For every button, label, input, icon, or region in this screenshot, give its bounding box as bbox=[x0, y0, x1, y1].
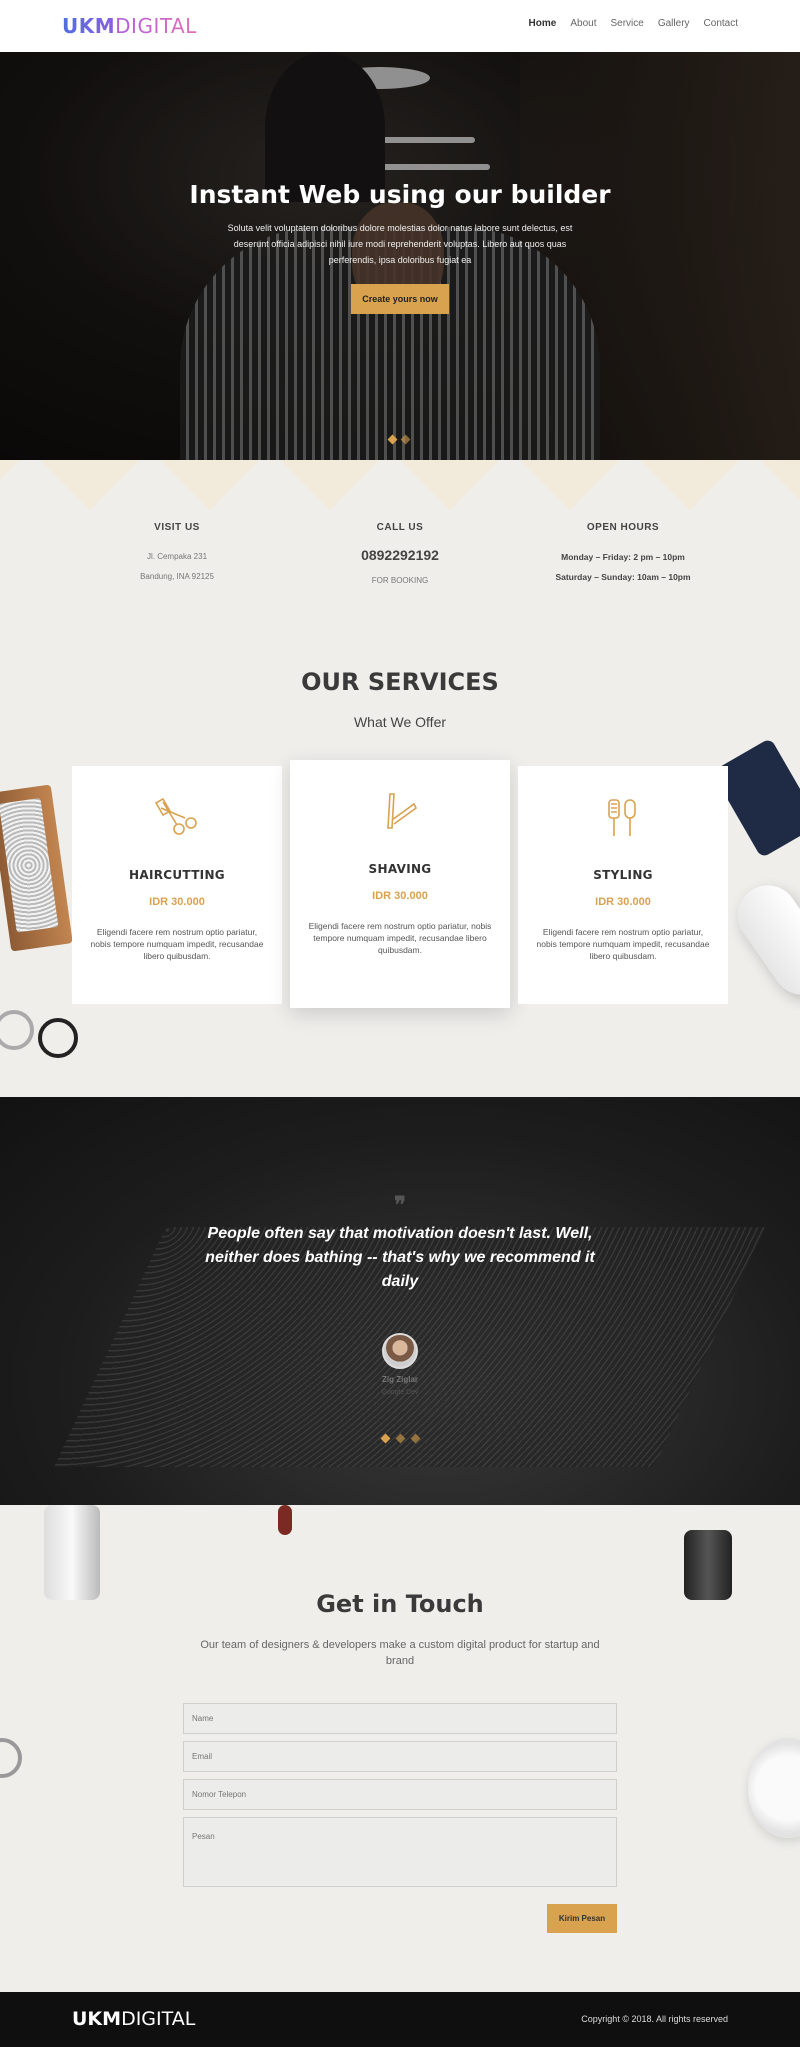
nav-gallery[interactable]: Gallery bbox=[658, 18, 690, 29]
visit-address-line1: Jl. Cempaka 231 bbox=[146, 552, 208, 561]
service-card-styling[interactable]: STYLING IDR 30.000 Eligendi facere rem n… bbox=[518, 766, 728, 1004]
razor-icon bbox=[387, 793, 418, 829]
testimonial-role: Google Dev bbox=[381, 1389, 419, 1396]
scissors-decoration bbox=[0, 1010, 34, 1050]
testimonial-slider-dots bbox=[380, 1433, 421, 1444]
service-card-haircutting[interactable]: HAIRCUTTING IDR 30.000 Eligendi facere r… bbox=[72, 766, 282, 1004]
send-message-button[interactable]: Kirim Pesan bbox=[547, 1904, 617, 1933]
bottle-decoration bbox=[726, 873, 800, 1007]
scissors-decoration bbox=[0, 1738, 22, 1778]
create-yours-button[interactable]: Create yours now bbox=[351, 284, 449, 314]
info-section: VISIT US Jl. Cempaka 231 Bandung, INA 92… bbox=[0, 460, 800, 630]
main-menu: Home About Service Gallery Contact bbox=[529, 18, 738, 29]
cotton-pad-decoration bbox=[748, 1738, 800, 1838]
phone-number[interactable]: 0892292192 bbox=[300, 547, 500, 563]
services-subtitle: What We Offer bbox=[353, 714, 447, 730]
brush-decoration bbox=[0, 784, 73, 952]
nav-contact[interactable]: Contact bbox=[704, 18, 738, 29]
avatar bbox=[382, 1333, 418, 1369]
name-field[interactable] bbox=[183, 1703, 617, 1734]
slider-dot[interactable] bbox=[410, 1433, 421, 1444]
call-us-block: CALL US 0892292192 FOR BOOKING bbox=[300, 522, 500, 591]
hero-section: Instant Web using our builder Soluta vel… bbox=[0, 52, 800, 460]
services-title: OUR SERVICES bbox=[301, 668, 499, 696]
service-description: Eligendi facere rem nostrum optio pariat… bbox=[536, 927, 710, 961]
brush-comb-icon bbox=[608, 799, 636, 836]
clipper-decoration bbox=[44, 1505, 100, 1600]
service-card-shaving[interactable]: SHAVING IDR 30.000 Eligendi facere rem n… bbox=[290, 760, 510, 1008]
open-hours-title: OPEN HOURS bbox=[586, 522, 660, 533]
hours-weekday: Monday – Friday: 2 pm – 10pm bbox=[561, 552, 685, 562]
nav-home[interactable]: Home bbox=[529, 18, 557, 29]
slider-dot-active[interactable] bbox=[380, 1433, 391, 1444]
service-price: IDR 30.000 bbox=[149, 896, 205, 908]
open-hours-block: OPEN HOURS Monday – Friday: 2 pm – 10pm … bbox=[523, 522, 723, 587]
visit-us-block: VISIT US Jl. Cempaka 231 Bandung, INA 92… bbox=[77, 522, 277, 587]
hours-weekend: Saturday – Sunday: 10am – 10pm bbox=[555, 572, 691, 582]
phone-field[interactable] bbox=[183, 1779, 617, 1810]
contact-title: Get in Touch bbox=[316, 1590, 484, 1618]
booking-note: FOR BOOKING bbox=[371, 576, 429, 585]
slider-dot[interactable] bbox=[400, 434, 411, 445]
footer-logo-bold: UKM bbox=[72, 2008, 122, 2030]
contact-subtitle: Our team of designers & developers make … bbox=[200, 1639, 600, 1667]
service-name: STYLING bbox=[593, 868, 653, 882]
hero-title: Instant Web using our builder bbox=[189, 180, 611, 209]
scissors-comb-icon bbox=[155, 797, 197, 835]
footer-logo[interactable]: UKMDIGITAL bbox=[72, 2008, 195, 2030]
slider-dot-active[interactable] bbox=[387, 434, 398, 445]
service-price: IDR 30.000 bbox=[372, 890, 428, 902]
email-field[interactable] bbox=[183, 1741, 617, 1772]
top-navbar: UKMDIGITAL Home About Service Gallery Co… bbox=[0, 0, 800, 52]
visit-us-title: VISIT US bbox=[154, 522, 200, 533]
footer: UKMDIGITAL Copyright © 2018. All rights … bbox=[0, 1992, 800, 2047]
message-field[interactable] bbox=[183, 1817, 617, 1887]
quote-icon: ❞ bbox=[394, 1192, 406, 1217]
scissor-handle-decoration bbox=[278, 1505, 292, 1535]
service-name: SHAVING bbox=[368, 862, 432, 876]
hero-slider-dots bbox=[387, 434, 411, 445]
nav-about[interactable]: About bbox=[570, 18, 596, 29]
service-name: HAIRCUTTING bbox=[129, 868, 225, 882]
testimonial-section: ❞ People often say that motivation doesn… bbox=[0, 1097, 800, 1505]
brand-logo[interactable]: UKMDIGITAL bbox=[62, 14, 197, 38]
scissors-decoration bbox=[38, 1018, 78, 1058]
service-description: Eligendi facere rem nostrum optio pariat… bbox=[90, 927, 264, 961]
nav-service[interactable]: Service bbox=[610, 18, 643, 29]
footer-logo-light: DIGITAL bbox=[121, 2008, 196, 2030]
testimonial-author: Zig Ziglar bbox=[382, 1375, 418, 1384]
service-price: IDR 30.000 bbox=[595, 896, 651, 908]
copyright-text: Copyright © 2018. All rights reserved bbox=[581, 2014, 728, 2024]
hero-text: Soluta velit voluptatem doloribus dolore… bbox=[227, 223, 573, 265]
testimonial-quote: People often say that motivation doesn't… bbox=[205, 1225, 595, 1290]
slider-dot[interactable] bbox=[395, 1433, 406, 1444]
logo-bold-text: UKM bbox=[62, 14, 116, 38]
call-us-title: CALL US bbox=[376, 522, 424, 533]
service-description: Eligendi facere rem nostrum optio pariat… bbox=[308, 921, 492, 955]
visit-address-line2: Bandung, INA 92125 bbox=[140, 572, 214, 581]
logo-light-text: DIGITAL bbox=[115, 14, 197, 38]
